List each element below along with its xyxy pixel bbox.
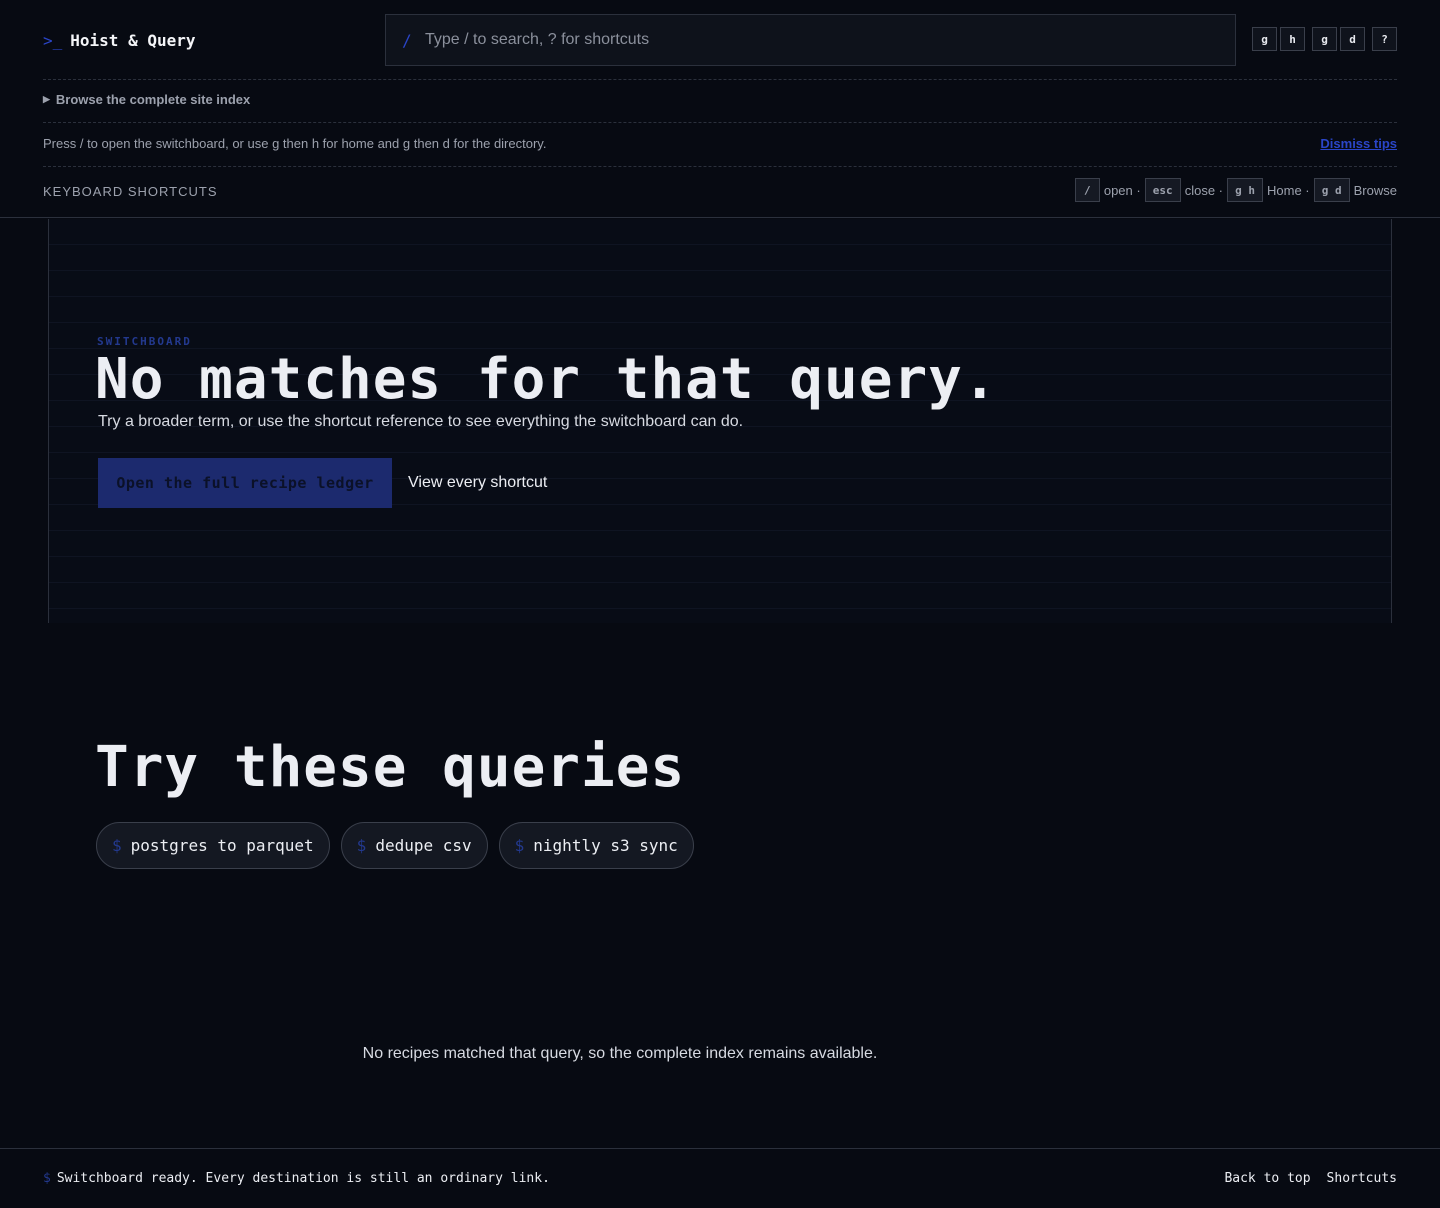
- open-recipe-ledger-button[interactable]: Open the full recipe ledger: [98, 458, 392, 508]
- query-suggestions: $ postgres to parquet $ dedupe csv $ nig…: [96, 822, 694, 869]
- back-to-top-link[interactable]: Back to top: [1224, 1171, 1310, 1186]
- view-shortcuts-link[interactable]: View every shortcut: [408, 474, 547, 492]
- search-input[interactable]: [425, 31, 1205, 49]
- key-g-home[interactable]: g: [1252, 27, 1277, 51]
- divider: [43, 79, 1397, 80]
- kbd-home: g h: [1227, 178, 1264, 202]
- prompt-dollar-icon: $: [43, 1171, 51, 1186]
- query-chip[interactable]: $ nightly s3 sync: [498, 822, 694, 869]
- dismiss-tips-link[interactable]: Dismiss tips: [1320, 136, 1397, 151]
- query-chip-label: postgres to parquet: [130, 836, 314, 855]
- key-h[interactable]: h: [1280, 27, 1305, 51]
- site-footer: $ Switchboard ready. Every destination is…: [0, 1148, 1440, 1208]
- brand-name: Hoist & Query: [70, 30, 196, 50]
- shortcut-label-open: open ·: [1103, 182, 1141, 198]
- hero-subtitle: Try a broader term, or use the shortcut …: [98, 413, 744, 430]
- query-chip-label: nightly s3 sync: [533, 836, 678, 855]
- divider: [43, 122, 1397, 123]
- shortcut-keys: g h g d ?: [1252, 27, 1397, 51]
- shortcut-label-close: close ·: [1184, 182, 1224, 198]
- shortcut-label-home: Home ·: [1267, 182, 1310, 198]
- empty-state-note: No recipes matched that query, so the co…: [362, 1045, 878, 1062]
- no-results-panel: SWITCHBOARD No matches for that query. T…: [48, 219, 1392, 623]
- prompt-dollar-icon: $: [356, 836, 367, 855]
- shortcuts-link[interactable]: Shortcuts: [1327, 1171, 1397, 1186]
- key-d[interactable]: d: [1340, 27, 1365, 51]
- brand-logo[interactable]: >_ Hoist & Query: [43, 29, 196, 51]
- terminal-prompt-icon: >_: [43, 30, 63, 50]
- prompt-dollar-icon: $: [112, 836, 122, 855]
- site-header: >_ Hoist & Query / g h g d ? ▶ Browse th…: [0, 0, 1440, 218]
- status-line: $ Switchboard ready. Every destination is…: [43, 1171, 550, 1186]
- status-text: Switchboard ready. Every destination is …: [56, 1171, 550, 1186]
- site-index-label: Browse the complete site index: [55, 92, 251, 107]
- tip-text: Press / to open the switchboard, or use …: [43, 136, 547, 151]
- kbd-open: /: [1074, 178, 1100, 202]
- shortcut-label-browse: Browse: [1353, 182, 1397, 198]
- caret-right-icon: ▶: [43, 94, 50, 104]
- query-chip[interactable]: $ postgres to parquet: [96, 822, 330, 869]
- divider: [43, 166, 1397, 167]
- footer-links: Back to top Shortcuts: [1224, 1171, 1397, 1186]
- site-index-toggle[interactable]: ▶ Browse the complete site index: [43, 92, 250, 107]
- keyboard-shortcuts-label: KEYBOARD SHORTCUTS: [43, 184, 218, 199]
- help-key[interactable]: ?: [1372, 27, 1397, 51]
- prompt-dollar-icon: $: [514, 836, 525, 855]
- query-chip[interactable]: $ dedupe csv: [340, 822, 488, 869]
- kbd-close: esc: [1144, 178, 1181, 202]
- kbd-browse: g d: [1313, 178, 1350, 202]
- key-g-directory[interactable]: g: [1312, 27, 1337, 51]
- page-title: No matches for that query.: [95, 347, 998, 412]
- queries-heading: Try these queries: [95, 735, 686, 800]
- search-bar[interactable]: /: [385, 14, 1236, 66]
- search-slash-icon: /: [402, 30, 412, 50]
- query-chip-label: dedupe csv: [375, 836, 472, 855]
- shortcut-reference: / open · esc close · g h Home · g d Brow…: [1074, 178, 1397, 202]
